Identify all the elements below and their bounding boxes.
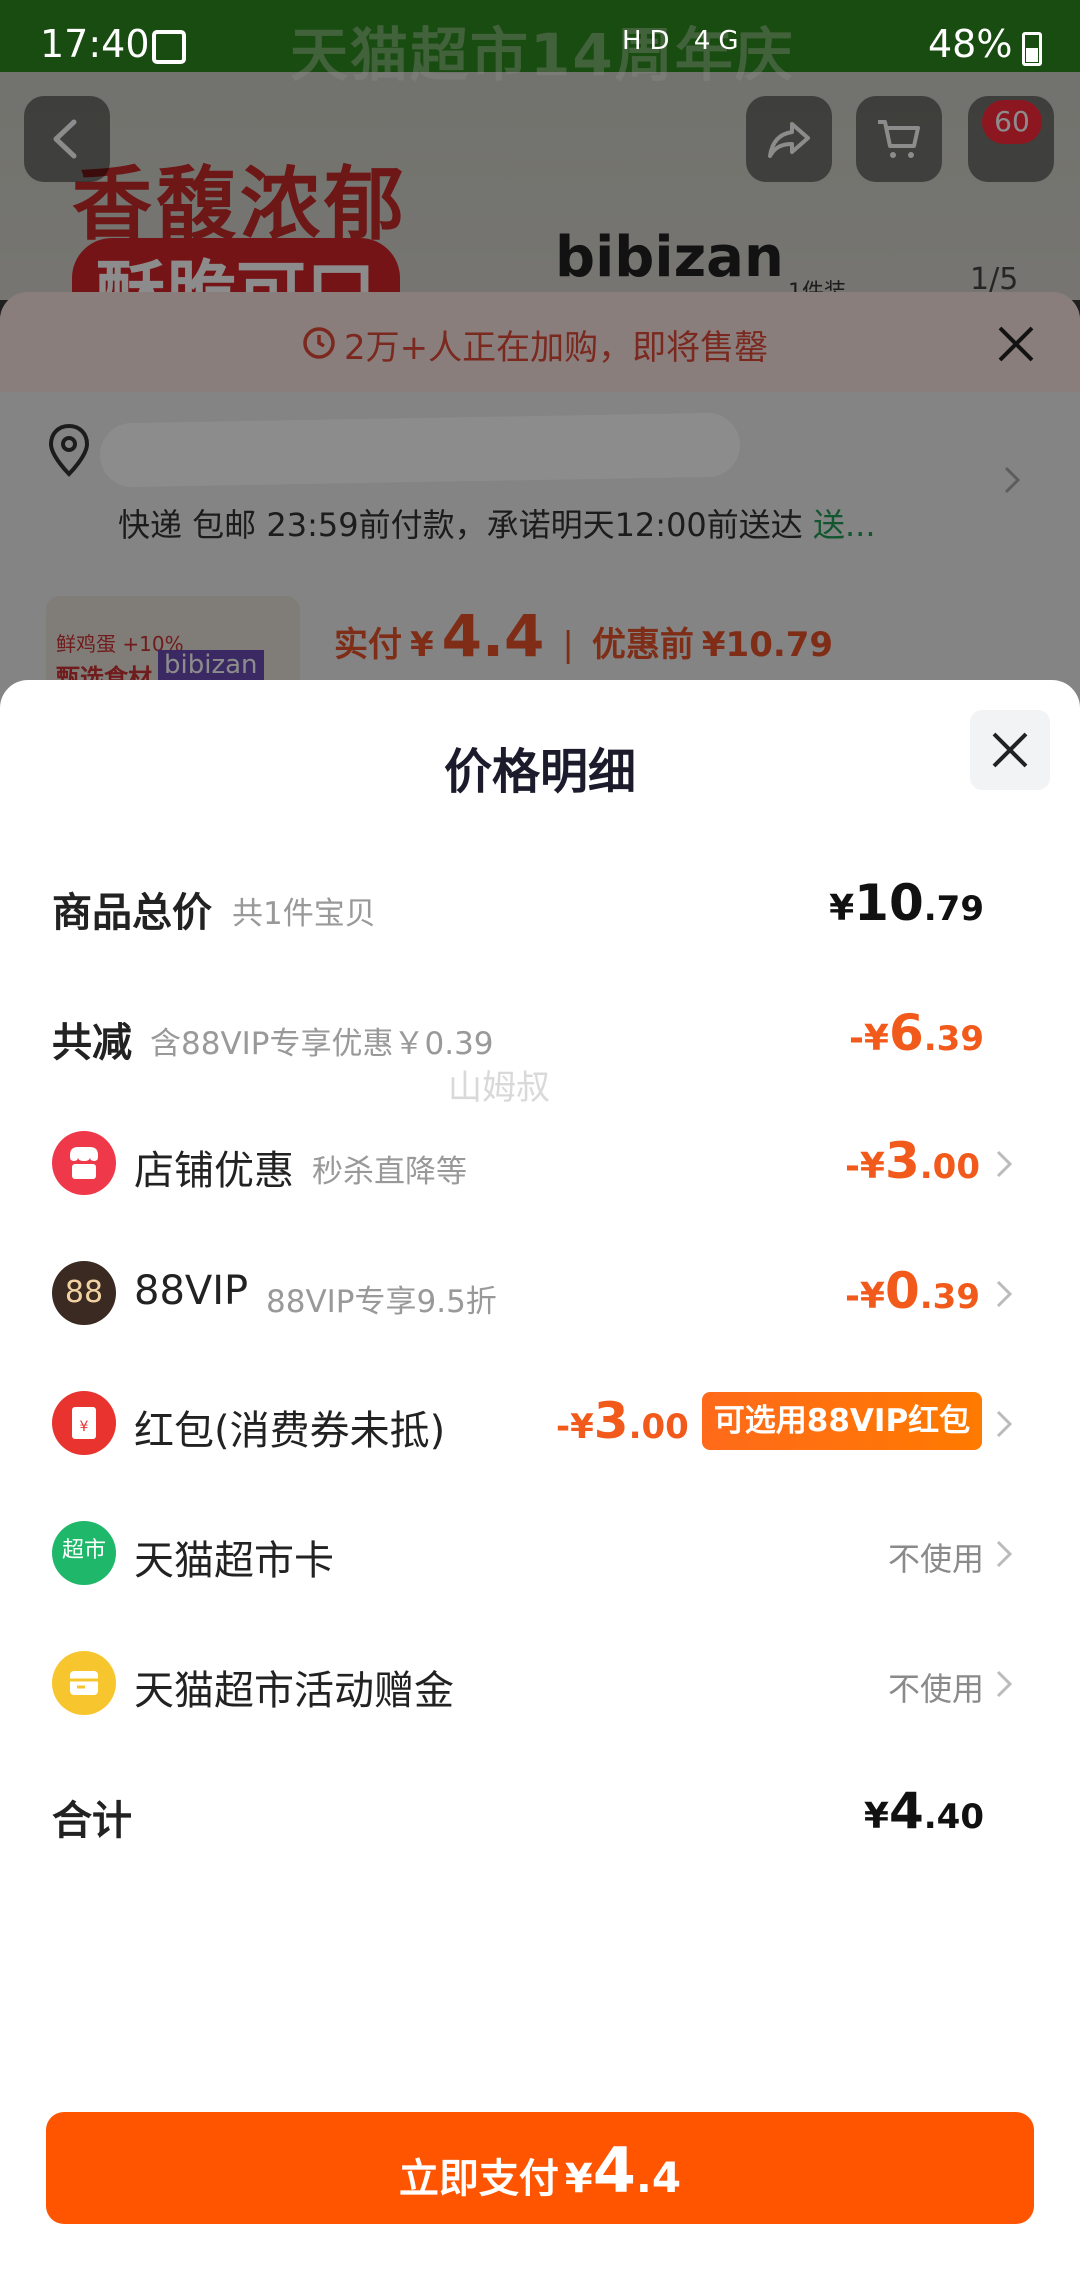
status-time: 17:40 bbox=[40, 22, 150, 66]
supermarket-card-icon: 超市 bbox=[52, 1521, 116, 1585]
shop-discount-label: 店铺优惠 bbox=[134, 1148, 294, 1194]
pay-button-currency: ¥ bbox=[564, 2156, 593, 2202]
vip88-sub: 88VIP专享9.5折 bbox=[266, 1284, 497, 1320]
grand-total-label: 合计 bbox=[52, 1798, 132, 1844]
tmall-card-label: 天猫超市卡 bbox=[134, 1538, 334, 1584]
amount-dec: .40 bbox=[923, 1797, 984, 1837]
amount-dec: .00 bbox=[919, 1147, 980, 1187]
row-red-packet[interactable]: ¥ 红包(消费券未抵) -¥3.00 可选用88VIP红包 bbox=[0, 1378, 1080, 1468]
chevron-right-icon bbox=[996, 1150, 1013, 1178]
currency: -¥ bbox=[844, 1146, 885, 1187]
shop-icon bbox=[52, 1131, 116, 1195]
status-bar: 17:40 HD 4G 48% bbox=[0, 0, 1080, 96]
row-shop-discount[interactable]: 店铺优惠 秒杀直降等 -¥3.00 bbox=[0, 1118, 1080, 1208]
total-goods-label: 商品总价 bbox=[52, 890, 212, 936]
close-icon bbox=[992, 732, 1028, 768]
pay-button-dec: .4 bbox=[635, 2153, 682, 2202]
vip88-label: 88VIP bbox=[134, 1268, 249, 1314]
amount-dec: .39 bbox=[919, 1277, 980, 1317]
tmall-card-value: 不使用 bbox=[887, 1540, 984, 1578]
battery-icon bbox=[1022, 32, 1042, 66]
watermark: 山姆叔 bbox=[448, 1068, 550, 1108]
gallery-notification-icon bbox=[152, 30, 186, 64]
vip88-amount: -¥0.39 bbox=[845, 1262, 980, 1320]
amount-int: 6 bbox=[888, 1004, 924, 1062]
red-packet-icon: ¥ bbox=[52, 1391, 116, 1455]
currency: ¥ bbox=[829, 888, 855, 929]
pay-now-button[interactable]: 立即支付 ¥ 4 .4 bbox=[46, 2112, 1034, 2224]
svg-text:¥: ¥ bbox=[80, 1419, 89, 1435]
amount-dec: .39 bbox=[923, 1019, 984, 1059]
row-88vip[interactable]: 88 88VIP 88VIP专享9.5折 -¥0.39 bbox=[0, 1248, 1080, 1338]
total-goods-sub: 共1件宝贝 bbox=[232, 896, 376, 932]
bonus-wallet-icon bbox=[52, 1651, 116, 1715]
activity-bonus-value: 不使用 bbox=[887, 1670, 984, 1708]
select-88vip-red-packet-button[interactable]: 可选用88VIP红包 bbox=[702, 1392, 982, 1450]
amount-int: 3 bbox=[593, 1392, 629, 1450]
grand-total-amount: ¥4.40 bbox=[864, 1782, 984, 1840]
amount-dec: .00 bbox=[628, 1407, 689, 1447]
row-grand-total: 合计 ¥4.40 bbox=[0, 1768, 1080, 1858]
total-goods-amount: ¥10.79 bbox=[829, 874, 984, 932]
vip88-icon: 88 bbox=[52, 1261, 116, 1325]
activity-bonus-label: 天猫超市活动赠金 bbox=[134, 1668, 454, 1714]
amount-int: 4 bbox=[888, 1782, 924, 1840]
pay-button-label: 立即支付 bbox=[398, 2156, 559, 2202]
chevron-right-icon bbox=[996, 1280, 1013, 1308]
shop-discount-sub: 秒杀直降等 bbox=[312, 1154, 467, 1190]
chevron-right-icon bbox=[996, 1540, 1013, 1568]
chevron-right-icon bbox=[996, 1670, 1013, 1698]
red-packet-label: 红包(消费券未抵) bbox=[134, 1408, 446, 1454]
currency: -¥ bbox=[844, 1276, 885, 1317]
amount-int: 10 bbox=[854, 874, 924, 932]
currency: ¥ bbox=[863, 1796, 889, 1837]
price-detail-sheet: 价格明细 商品总价 共1件宝贝 ¥10.79 共减 含88VIP专享优惠￥0.3… bbox=[0, 680, 1080, 2272]
total-discount-amount: -¥6.39 bbox=[849, 1004, 984, 1062]
chevron-right-icon bbox=[996, 1410, 1013, 1438]
pay-button-int: 4 bbox=[592, 2134, 636, 2207]
row-total-goods: 商品总价 共1件宝贝 ¥10.79 bbox=[0, 860, 1080, 950]
row-tmall-card[interactable]: 超市 天猫超市卡 不使用 bbox=[0, 1508, 1080, 1598]
amount-int: 3 bbox=[884, 1132, 920, 1190]
amount-int: 0 bbox=[884, 1262, 920, 1320]
total-discount-label: 共减 bbox=[52, 1020, 132, 1066]
sheet-close-button[interactable] bbox=[970, 710, 1050, 790]
shop-discount-amount: -¥3.00 bbox=[845, 1132, 980, 1190]
battery-percent: 48% bbox=[928, 22, 1013, 66]
currency: -¥ bbox=[848, 1018, 889, 1059]
currency: -¥ bbox=[556, 1407, 594, 1447]
total-discount-sub: 含88VIP专享优惠￥0.39 bbox=[150, 1026, 494, 1062]
row-activity-bonus[interactable]: 天猫超市活动赠金 不使用 bbox=[0, 1638, 1080, 1728]
status-network: HD 4G bbox=[622, 26, 747, 56]
sheet-title: 价格明细 bbox=[443, 744, 636, 800]
amount-dec: .79 bbox=[923, 889, 984, 929]
red-packet-amount: -¥3.00 bbox=[556, 1392, 689, 1450]
